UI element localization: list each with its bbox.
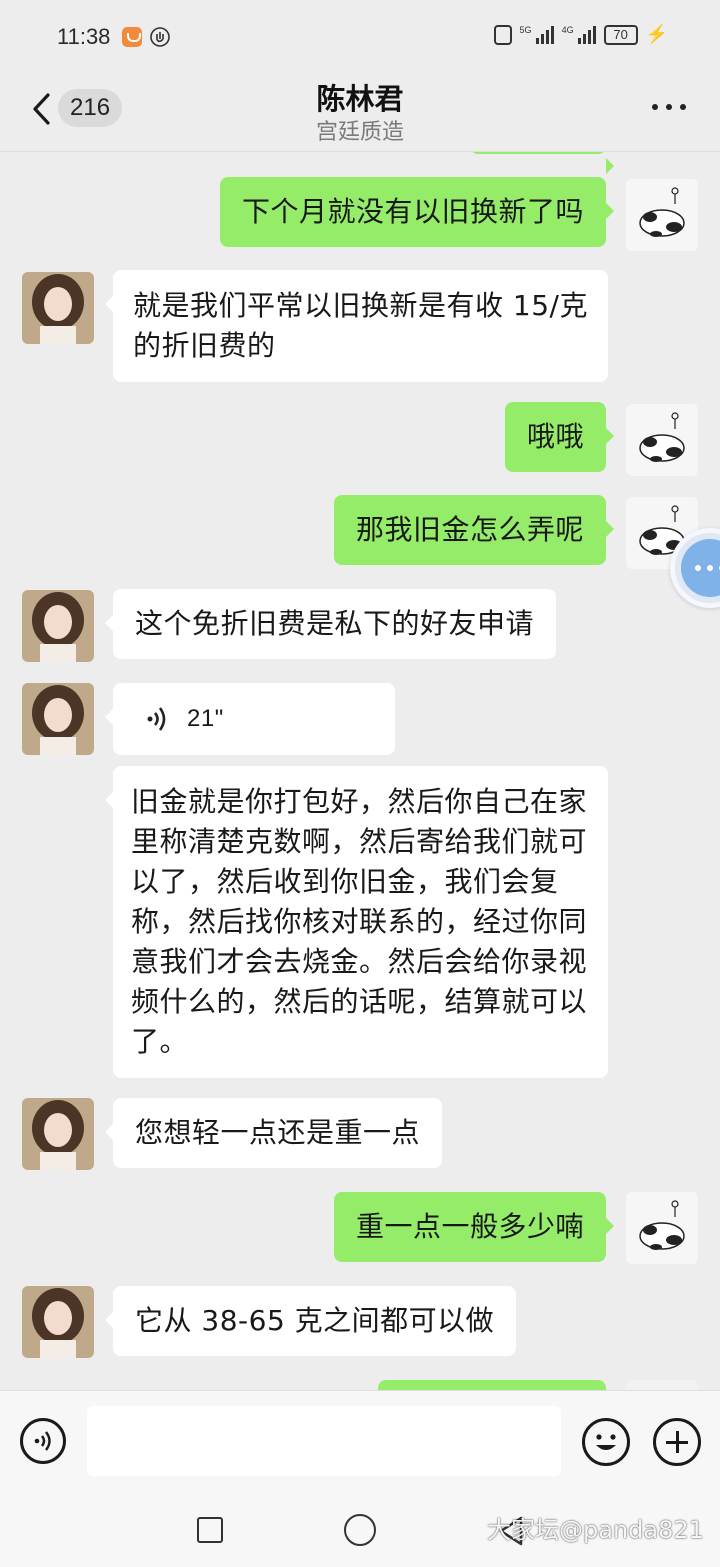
message-bubble-received[interactable]: 这个免折旧费是私下的好友申请: [104, 589, 557, 659]
message-bubble-partial: [378, 1380, 606, 1390]
input-bar: [0, 1390, 720, 1490]
avatar-contact[interactable]: [22, 1098, 94, 1170]
message-bubble-received[interactable]: 旧金就是你打包好，然后你自己在家里称清楚克数啊，然后寄给我们就可以了，然后收到你…: [105, 766, 608, 1078]
more-dot-icon: [666, 104, 672, 110]
status-bar: 11:38 5G 4G 70 ⚡: [0, 0, 720, 72]
panda-avatar-icon: [626, 404, 698, 476]
panda-avatar-icon: [626, 1192, 698, 1264]
charging-icon: ⚡: [645, 24, 668, 44]
notification-app-icon: [122, 27, 142, 47]
back-chevron-icon[interactable]: [28, 92, 58, 126]
message-bubble-sent[interactable]: 重一点一般多少喃: [333, 1192, 615, 1262]
message-bubble-partial: [470, 152, 614, 174]
home-button[interactable]: [344, 1514, 376, 1546]
watermark: 大家坛@panda821: [487, 1516, 704, 1544]
nfc-icon: [493, 24, 512, 45]
contact-photo-icon: [22, 1286, 94, 1358]
voice-message: 21": [145, 683, 395, 755]
voice-input-toggle[interactable]: [20, 1418, 66, 1464]
status-icons: 5G 4G 70 ⚡: [493, 24, 668, 45]
system-navigation-bar: 大家坛@panda821: [0, 1490, 720, 1567]
contact-photo-icon: [22, 590, 94, 662]
avatar-contact[interactable]: [22, 683, 94, 755]
signal-5g-icon: 5G: [520, 25, 554, 44]
avatar-self[interactable]: [626, 179, 698, 251]
avatar-self[interactable]: [626, 1192, 698, 1264]
avatar-self[interactable]: [626, 1380, 698, 1390]
voice-icon: [34, 1431, 51, 1451]
voice-wave-icon: [147, 707, 166, 731]
more-dot-icon: [680, 104, 686, 110]
contact-photo-icon: [22, 272, 94, 344]
message-bubble-sent[interactable]: 哦哦: [504, 402, 615, 472]
recent-apps-button[interactable]: [197, 1517, 223, 1543]
more-actions-plus-button[interactable]: [653, 1418, 701, 1466]
message-bubble-received[interactable]: 它从 38-65 克之间都可以做: [104, 1286, 517, 1356]
smiley-icon: [596, 1434, 616, 1450]
battery-icon: 70: [603, 24, 638, 45]
message-bubble-sent[interactable]: 下个月就没有以旧换新了吗: [219, 177, 615, 247]
message-list[interactable]: 下个月就没有以旧换新了吗 就是我们平常以旧换新是有收 15/克的折旧费的 哦哦 …: [0, 152, 720, 1390]
status-time: 11:38: [57, 24, 111, 49]
more-options-button[interactable]: [652, 104, 686, 112]
contact-photo-icon: [22, 1098, 94, 1170]
voice-duration: 21": [187, 705, 224, 732]
chat-bubble-icon: [681, 539, 720, 597]
more-dot-icon: [652, 104, 658, 110]
avatar-contact[interactable]: [22, 1286, 94, 1358]
signal-4g-icon: 4G: [562, 25, 596, 44]
message-input[interactable]: [87, 1406, 561, 1476]
message-bubble-received[interactable]: 您想轻一点还是重一点: [104, 1098, 443, 1168]
avatar-self[interactable]: [626, 404, 698, 476]
avatar-contact[interactable]: [22, 272, 94, 344]
chat-header: 陈林君 宫廷质造 216: [0, 72, 720, 152]
contact-photo-icon: [22, 683, 94, 755]
hand-icon: [150, 27, 170, 47]
panda-avatar-icon: [626, 179, 698, 251]
unread-count-badge[interactable]: 216: [58, 89, 123, 127]
message-bubble-received[interactable]: 就是我们平常以旧换新是有收 15/克的折旧费的: [105, 270, 608, 382]
voice-message-bubble[interactable]: 21": [105, 683, 395, 755]
avatar-contact[interactable]: [22, 590, 94, 662]
message-bubble-sent[interactable]: 那我旧金怎么弄呢: [333, 495, 615, 565]
emoji-button[interactable]: [582, 1418, 630, 1466]
